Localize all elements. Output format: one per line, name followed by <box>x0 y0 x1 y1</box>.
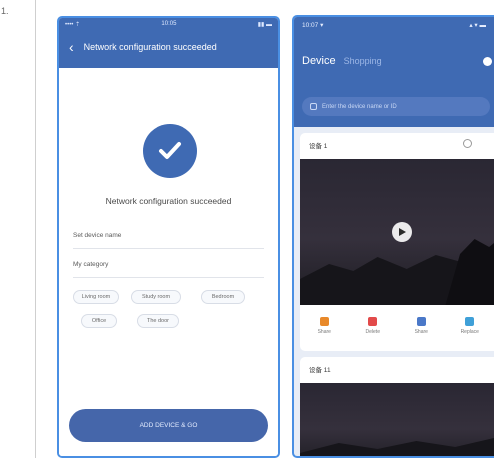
p1-nav-bar: ‹ Network configuration succeeded <box>69 38 268 56</box>
chip-bedroom[interactable]: Bedroom <box>201 290 245 304</box>
category-label: My category <box>73 261 109 268</box>
chip-living-room[interactable]: Living room <box>73 290 119 304</box>
camera-preview[interactable] <box>300 159 494 305</box>
camera-preview[interactable] <box>300 383 494 456</box>
search-placeholder: Enter the device name or ID <box>322 103 397 110</box>
device-card[interactable]: 设备 11 <box>300 357 494 456</box>
corner-mark: 1. <box>1 6 9 16</box>
p1-nav-title: Network configuration succeeded <box>83 42 217 52</box>
add-device-button[interactable]: ADD DEVICE & GO <box>69 409 268 442</box>
p2-status-right: ▴ ▾ ▬ <box>469 22 486 29</box>
screenshot-page: 1. •••• ⇡ 10:05 ▮▮ ▬ ‹ Network configura… <box>0 0 494 458</box>
category-field-line <box>73 277 264 278</box>
device-name-label[interactable]: Set device name <box>73 232 121 239</box>
device-name: 设备 11 <box>309 367 331 374</box>
action-label: Share <box>414 329 428 335</box>
p1-status-left: •••• ⇡ <box>65 22 81 28</box>
p2-status-bar: 10:07 ▾ ▴ ▾ ▬ <box>302 21 486 29</box>
trash-icon <box>368 317 378 326</box>
phone-network-success: •••• ⇡ 10:05 ▮▮ ▬ ‹ Network configuratio… <box>57 16 280 458</box>
phone-device-list: 10:07 ▾ ▴ ▾ ▬ Device Shopping Enter the … <box>292 15 494 458</box>
action-share[interactable]: Share <box>397 305 446 347</box>
success-message: Network configuration succeeded <box>105 196 232 206</box>
action-label: Share <box>317 329 331 335</box>
device-name-field-line <box>73 248 264 249</box>
device-settings-icon[interactable] <box>463 139 472 148</box>
chip-door[interactable]: The door <box>137 314 179 328</box>
tab-device[interactable]: Device <box>302 55 336 67</box>
device-search-bar[interactable]: Enter the device name or ID <box>302 97 490 116</box>
p1-header: •••• ⇡ 10:05 ▮▮ ▬ ‹ Network configuratio… <box>59 18 278 68</box>
tab-shopping[interactable]: Shopping <box>344 56 382 66</box>
share-icon <box>416 317 426 326</box>
p2-tabs: Device Shopping <box>302 55 382 67</box>
p1-content: Network configuration succeeded Set devi… <box>59 68 278 456</box>
home-share-icon <box>319 317 329 326</box>
action-delete[interactable]: Delete <box>349 305 398 347</box>
device-card[interactable]: 设备 1 Share Delete Share Replace <box>300 133 494 351</box>
p1-status-bar: •••• ⇡ 10:05 ▮▮ ▬ <box>65 21 272 33</box>
p1-status-time: 10:05 <box>161 21 177 27</box>
p2-status-time: 10:07 ▾ <box>302 22 324 29</box>
play-icon[interactable] <box>392 222 412 242</box>
success-check-icon <box>143 124 197 178</box>
action-label: Delete <box>365 329 380 335</box>
action-label: Replace <box>460 329 479 335</box>
replace-icon <box>465 317 475 326</box>
vertical-divider <box>35 0 36 458</box>
p1-status-right: ▮▮ ▬ <box>257 22 272 28</box>
add-icon[interactable] <box>483 57 492 66</box>
p2-header: 10:07 ▾ ▴ ▾ ▬ Device Shopping Enter the … <box>294 17 494 127</box>
action-share-home[interactable]: Share <box>300 305 349 347</box>
night-landscape <box>300 438 494 456</box>
chip-office[interactable]: Office <box>81 314 117 328</box>
device-actions: Share Delete Share Replace <box>300 305 494 347</box>
chip-study-room[interactable]: Study room <box>131 290 181 304</box>
search-icon <box>310 103 317 110</box>
back-arrow-icon[interactable]: ‹ <box>69 39 74 55</box>
device-name: 设备 1 <box>309 143 328 150</box>
action-replace[interactable]: Replace <box>446 305 494 347</box>
